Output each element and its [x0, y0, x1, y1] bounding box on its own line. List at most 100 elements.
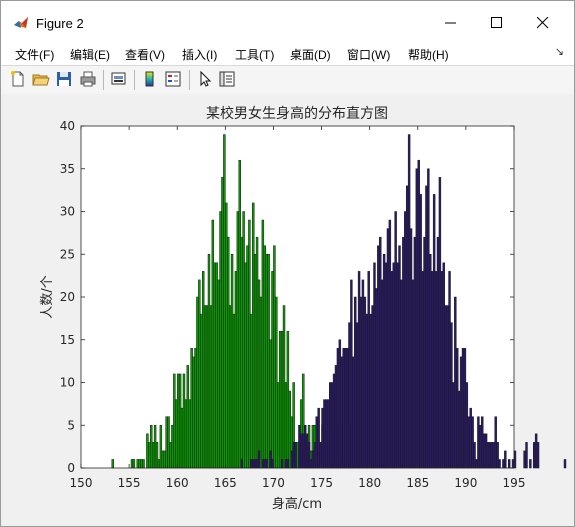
- male-bar: [529, 459, 532, 469]
- open-file-icon[interactable]: [32, 70, 50, 88]
- matlab-icon: [14, 17, 28, 28]
- male-bar: [327, 399, 330, 469]
- male-bar: [311, 450, 315, 469]
- male-bar: [454, 296, 457, 469]
- female-bar: [207, 254, 211, 469]
- property-inspector-icon[interactable]: [218, 70, 236, 88]
- toolbar-separator: [103, 70, 104, 90]
- male-bar: [280, 459, 284, 469]
- edit-plot-icon[interactable]: [196, 70, 214, 88]
- maximize-button[interactable]: [474, 7, 520, 37]
- chart-title: 某校男女生身高的分布直方图: [206, 105, 388, 122]
- male-bar: [300, 433, 303, 469]
- menu-insert[interactable]: 插入(I): [182, 46, 217, 63]
- female-bar: [221, 177, 224, 469]
- female-bar: [236, 211, 240, 469]
- male-bar: [325, 399, 328, 469]
- window-title: Figure 2: [36, 16, 84, 31]
- female-bar: [261, 219, 265, 469]
- y-tick-label: 30: [60, 205, 75, 219]
- male-bar: [377, 245, 380, 469]
- menu-edit[interactable]: 编辑(E): [70, 46, 110, 63]
- female-bar: [146, 433, 149, 469]
- minimize-button[interactable]: [428, 7, 474, 37]
- male-bar: [450, 322, 453, 469]
- male-bar: [432, 194, 436, 469]
- female-bar: [230, 254, 234, 469]
- link-plot-icon[interactable]: [110, 70, 128, 88]
- female-bar: [184, 399, 188, 469]
- male-bar: [423, 236, 426, 469]
- male-bar: [321, 407, 324, 469]
- new-figure-icon[interactable]: [9, 70, 27, 88]
- insert-legend-icon[interactable]: [164, 70, 182, 88]
- x-tick-label: 180: [358, 476, 381, 490]
- male-bar: [255, 459, 259, 469]
- female-bar: [142, 459, 145, 469]
- male-bar: [359, 296, 363, 469]
- y-tick-label: 15: [60, 333, 75, 347]
- male-bar: [371, 305, 374, 469]
- dock-arrow-icon[interactable]: ↘: [555, 45, 564, 58]
- male-bar: [269, 450, 272, 469]
- male-bar: [352, 356, 355, 469]
- male-bar: [504, 450, 507, 469]
- print-icon[interactable]: [79, 70, 97, 88]
- male-bar: [434, 271, 438, 469]
- male-bar: [457, 390, 461, 469]
- female-bar: [250, 313, 253, 469]
- menu-window[interactable]: 窗口(W): [347, 46, 390, 63]
- male-bar: [427, 168, 430, 469]
- histogram-plot[interactable]: 150 155 160 165 170 175 180 185 190 195 0 5 10 15 20 2…: [1, 94, 574, 526]
- insert-colorbar-icon[interactable]: [141, 70, 159, 88]
- male-bar: [334, 365, 338, 469]
- male-bar: [303, 425, 307, 469]
- female-bar: [217, 279, 220, 469]
- male-bar: [261, 459, 265, 469]
- female-bar: [288, 390, 292, 469]
- menu-file[interactable]: 文件(F): [15, 46, 54, 63]
- female-bar: [265, 254, 268, 469]
- female-bar: [190, 348, 193, 469]
- female-bar: [209, 305, 213, 469]
- female-bar: [228, 305, 232, 469]
- male-bar: [394, 211, 397, 469]
- male-bar: [425, 185, 428, 469]
- male-bar: [329, 382, 332, 469]
- menu-tools[interactable]: 工具(T): [235, 46, 274, 63]
- male-bar: [507, 459, 511, 469]
- female-bar: [223, 134, 226, 469]
- y-tick-label: 20: [60, 290, 75, 304]
- title-bar[interactable]: Figure 2: [1, 1, 574, 41]
- toolbar: [1, 65, 574, 95]
- male-bar: [357, 271, 361, 469]
- save-icon[interactable]: [55, 70, 73, 88]
- male-bar: [463, 348, 467, 469]
- male-bar: [284, 459, 288, 469]
- male-bar: [481, 416, 484, 469]
- female-bar: [213, 262, 216, 469]
- female-bar: [244, 262, 247, 469]
- female-bar: [225, 202, 228, 469]
- female-bar: [163, 450, 166, 469]
- female-bar: [227, 236, 230, 469]
- menu-help[interactable]: 帮助(H): [408, 46, 449, 63]
- menu-view[interactable]: 查看(V): [125, 46, 165, 63]
- female-bar: [130, 459, 134, 469]
- female-bar: [176, 373, 180, 469]
- male-bar: [302, 433, 305, 469]
- male-bar: [386, 228, 390, 469]
- figure-canvas[interactable]: 150 155 160 165 170 175 180 185 190 195 0 5 10 15 20 2…: [1, 94, 574, 526]
- x-tick-label: 175: [310, 476, 333, 490]
- female-bar: [286, 330, 290, 469]
- male-bar: [456, 348, 459, 469]
- male-bar: [313, 442, 317, 469]
- female-bar: [173, 373, 176, 469]
- close-button[interactable]: [520, 7, 566, 37]
- male-bar: [253, 459, 257, 469]
- male-bar: [563, 459, 567, 469]
- menu-desktop[interactable]: 桌面(D): [290, 46, 331, 63]
- male-bar: [294, 442, 297, 469]
- female-bar: [246, 245, 249, 469]
- female-bar: [169, 442, 172, 469]
